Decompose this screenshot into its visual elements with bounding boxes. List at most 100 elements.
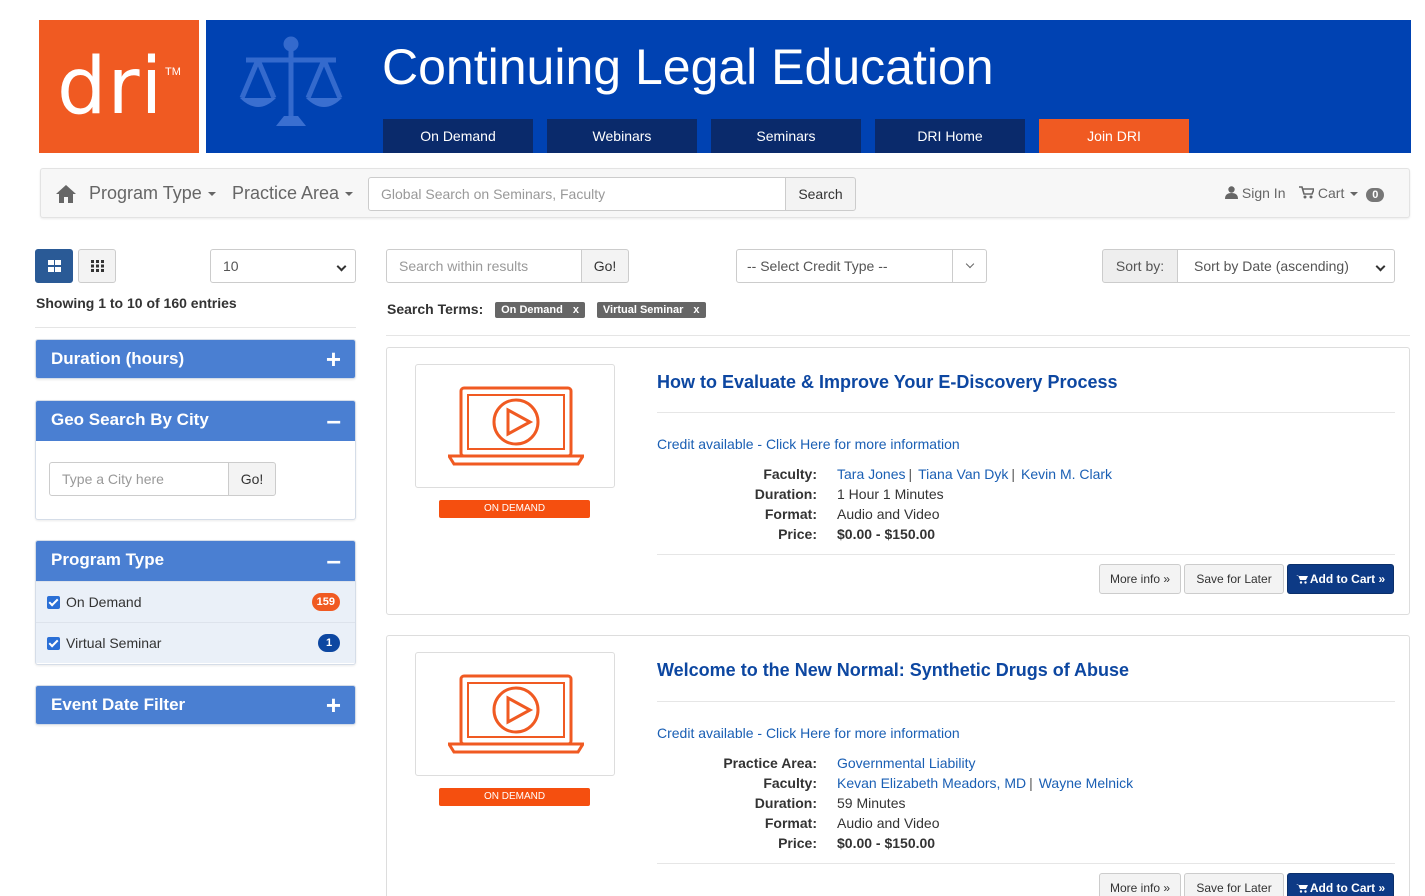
program-type-header[interactable]: Program Type – — [36, 541, 355, 581]
separator: | — [908, 466, 913, 482]
remove-tag-icon[interactable]: x — [693, 304, 699, 316]
count-badge: 159 — [311, 593, 340, 611]
sign-in-link[interactable]: Sign In — [1225, 185, 1285, 201]
list-view-button[interactable] — [35, 249, 73, 283]
event-date-filter-header[interactable]: Event Date Filter + — [36, 686, 355, 724]
detail-label: Faculty: — [763, 775, 817, 791]
practice-area-link[interactable]: Governmental Liability — [837, 755, 976, 771]
nav-tab-seminars[interactable]: Seminars — [711, 119, 861, 153]
more-info-button[interactable]: More info » — [1099, 564, 1181, 594]
program-type-option-on-demand[interactable]: On Demand 159 — [36, 581, 355, 622]
city-search-input[interactable]: Type a City here — [49, 462, 229, 496]
price-row: Price: $0.00 - $150.00 — [657, 526, 1357, 546]
faculty-list: Kevan Elizabeth Meadors, MD | Wayne Melnic… — [837, 775, 1133, 791]
duration-filter-header[interactable]: Duration (hours) + — [36, 340, 355, 378]
credit-type-value: -- Select Credit Type -- — [747, 258, 888, 274]
remove-tag-icon[interactable]: x — [573, 304, 579, 316]
search-within-input[interactable]: Search within results — [386, 249, 582, 283]
collapse-minus-icon: – — [326, 405, 341, 435]
global-search-button[interactable]: Search — [785, 177, 856, 211]
checkbox-checked[interactable] — [47, 637, 60, 650]
home-icon[interactable] — [55, 184, 77, 204]
divider — [657, 863, 1395, 864]
city-search-go-button[interactable]: Go! — [228, 462, 276, 496]
option-label: Virtual Seminar — [66, 635, 162, 651]
nav-tab-join-dri[interactable]: Join DRI — [1039, 119, 1189, 153]
credit-type-toggle[interactable] — [952, 250, 986, 282]
detail-label: Duration: — [754, 795, 817, 811]
faculty-list: Tara Jones | Tiana Van Dyk | Kevin M. Clark — [837, 466, 1112, 482]
program-type-dropdown[interactable]: Program Type — [89, 183, 216, 204]
save-for-later-button[interactable]: Save for Later — [1184, 873, 1284, 896]
program-title-link[interactable]: How to Evaluate & Improve Your E-Discove… — [657, 372, 1118, 393]
panel-title: Program Type — [51, 550, 165, 569]
faculty-link[interactable]: Tiana Van Dyk — [918, 466, 1008, 482]
logo-trademark: TM — [165, 66, 181, 78]
geo-search-panel: Geo Search By City – Type a City here Go! — [35, 400, 356, 520]
laptop-play-icon — [448, 674, 584, 754]
faculty-link[interactable]: Wayne Melnick — [1039, 775, 1133, 791]
faculty-row: Faculty: Kevan Elizabeth Meadors, MD | Wayn… — [657, 775, 1357, 795]
faculty-link[interactable]: Tara Jones — [837, 466, 905, 482]
cart-dropdown[interactable]: Cart 0 — [1299, 185, 1385, 202]
price-row: Price: $0.00 - $150.00 — [657, 835, 1357, 855]
practice-area-label: Practice Area — [232, 183, 340, 203]
separator: | — [1011, 466, 1016, 482]
dri-logo[interactable]: dri TM — [39, 20, 199, 153]
chevron-down-icon — [1375, 261, 1386, 272]
faculty-link[interactable]: Kevin M. Clark — [1021, 466, 1112, 482]
divider — [657, 554, 1395, 555]
entries-count: Showing 1 to 10 of 160 entries — [36, 295, 237, 311]
duration-row: Duration: 59 Minutes — [657, 795, 1357, 815]
detail-label: Faculty: — [763, 466, 817, 482]
practice-area-row: Practice Area: Governmental Liability — [657, 755, 1357, 775]
program-title-link[interactable]: Welcome to the New Normal: Synthetic Dru… — [657, 660, 1129, 681]
duration-row: Duration: 1 Hour 1 Minutes — [657, 486, 1357, 506]
program-thumbnail[interactable] — [415, 652, 615, 776]
save-for-later-button[interactable]: Save for Later — [1184, 564, 1284, 594]
search-term-tag[interactable]: Virtual Seminar x — [596, 302, 706, 318]
chevron-down-icon — [336, 261, 347, 272]
logo-text: dri — [57, 42, 164, 132]
divider — [35, 327, 356, 328]
duration-filter-panel: Duration (hours) + — [35, 339, 356, 379]
credit-info-link[interactable]: Credit available - Click Here for more i… — [657, 725, 960, 741]
program-type-panel: Program Type – On Demand 159 Virtual Semi… — [35, 540, 356, 665]
panel-title: Duration (hours) — [51, 349, 185, 368]
caret-down-icon — [1350, 192, 1359, 197]
geo-search-header[interactable]: Geo Search By City – — [36, 401, 355, 441]
nav-tab-webinars[interactable]: Webinars — [547, 119, 697, 153]
sort-value: Sort by Date (ascending) — [1194, 258, 1349, 274]
result-card: ON DEMAND How to Evaluate & Improve Your… — [386, 347, 1410, 615]
credit-info-link[interactable]: Credit available - Click Here for more i… — [657, 436, 960, 452]
duration-value: 59 Minutes — [837, 795, 906, 811]
cart-count-badge: 0 — [1366, 188, 1385, 202]
credit-type-select[interactable]: -- Select Credit Type -- — [736, 249, 987, 283]
global-search-input[interactable]: Global Search on Seminars, Faculty — [368, 177, 786, 211]
grid-view-button[interactable] — [78, 249, 116, 283]
add-to-cart-button[interactable]: Add to Cart » — [1287, 873, 1394, 896]
format-row: Format: Audio and Video — [657, 815, 1357, 835]
card-actions: More info » Save for Later Add to Cart » — [1099, 873, 1394, 896]
nav-tab-dri-home[interactable]: DRI Home — [875, 119, 1025, 153]
price-value: $0.00 - $150.00 — [837, 835, 936, 851]
practice-area-dropdown[interactable]: Practice Area — [232, 183, 354, 204]
card-actions: More info » Save for Later Add to Cart » — [1099, 564, 1394, 594]
search-within-go-button[interactable]: Go! — [581, 249, 629, 283]
page-size-value: 10 — [223, 258, 239, 274]
cart-icon — [1295, 575, 1308, 584]
faculty-link[interactable]: Kevan Elizabeth Meadors, MD — [837, 775, 1026, 791]
chevron-down-icon — [965, 259, 975, 269]
program-thumbnail[interactable] — [415, 364, 615, 488]
detail-label: Practice Area: — [723, 755, 817, 771]
event-date-filter-panel: Event Date Filter + — [35, 685, 356, 725]
page-size-select[interactable]: 10 — [210, 249, 356, 283]
sort-select[interactable]: Sort by Date (ascending) — [1177, 249, 1395, 283]
add-to-cart-button[interactable]: Add to Cart » — [1287, 564, 1394, 594]
more-info-button[interactable]: More info » — [1099, 873, 1181, 896]
program-type-option-virtual-seminar[interactable]: Virtual Seminar 1 — [36, 622, 355, 663]
search-term-tag[interactable]: On Demand x — [495, 302, 585, 318]
separator: | — [1029, 775, 1033, 791]
nav-tab-on-demand[interactable]: On Demand — [383, 119, 533, 153]
checkbox-checked[interactable] — [47, 596, 60, 609]
